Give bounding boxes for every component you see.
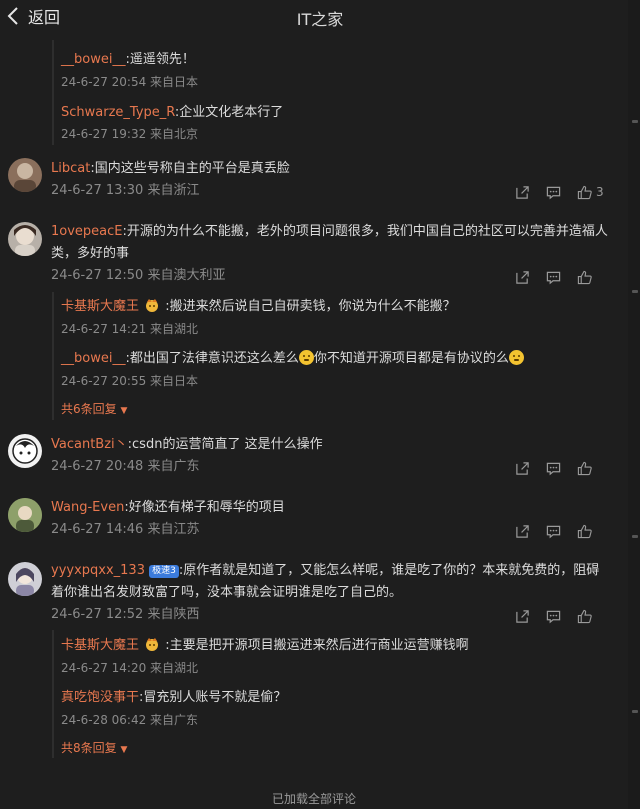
reply-meta: 24-6-28 06:42 来自广东 xyxy=(61,713,199,727)
like-button[interactable]: 3 xyxy=(577,183,604,201)
comment-item: Wang-Even:好像还有梯子和辱华的项目 xyxy=(51,497,611,519)
comment-text: :原作者就是知道了，又能怎么样呢，谁是吃了你的？本来就免费的，阻碍 xyxy=(178,563,600,578)
reply-button[interactable] xyxy=(546,459,577,477)
comment-text: :国内这些号称自主的平台是真丢脸 xyxy=(90,161,290,176)
reply-text: :都出国了法律意识还这么差么 xyxy=(125,351,299,366)
reply-text-continued: 你不知道开源项目都是有协议的么 xyxy=(313,351,509,366)
reply-text: :企业文化老本行了 xyxy=(174,105,284,120)
reply-meta: 24-6-27 20:55 来自日本 xyxy=(61,374,199,388)
load-status: 已加载全部评论 xyxy=(271,792,356,806)
reply-item: __bowei__:都出国了法律意识还这么差么 你不知道开源项目都是有协议的么 xyxy=(61,347,524,366)
share-icon xyxy=(516,461,529,475)
more-replies-label: 共8条回复 xyxy=(61,741,117,755)
comment-text: :好像还有梯子和辱华的项目 xyxy=(124,500,285,515)
like-button[interactable] xyxy=(577,268,608,286)
comment-icon xyxy=(546,186,561,199)
reply-username[interactable]: 真吃饱没事干 xyxy=(61,690,139,705)
comment-text-continued: 类，多好的事 xyxy=(51,246,130,261)
comment-actions: 3 xyxy=(515,183,604,201)
comment-text: :csdn的运营简直了 这是什么操作 xyxy=(127,437,323,452)
reply-button[interactable] xyxy=(546,522,577,540)
comment-icon xyxy=(546,271,561,284)
comment-actions xyxy=(515,268,608,286)
more-replies-link[interactable]: 共6条回复 ▼ xyxy=(61,400,127,417)
comment-actions xyxy=(515,607,608,625)
share-icon xyxy=(516,185,529,199)
reply-text: :遥遥领先！ xyxy=(125,52,195,67)
reply-button[interactable] xyxy=(546,183,577,201)
reply-text: :搬进来然后说自己自研卖钱，你说为什么不能搬？ xyxy=(165,299,456,314)
thumbs-up-icon xyxy=(577,524,592,538)
avatar[interactable] xyxy=(8,562,42,596)
share-button[interactable] xyxy=(515,183,546,201)
thumbs-up-icon xyxy=(577,609,592,623)
share-icon xyxy=(516,270,529,284)
top-bar: 返回 IT之家 xyxy=(0,0,640,32)
reply-username[interactable]: __bowei__ xyxy=(61,351,125,366)
comment-username[interactable]: VacantBzi丶 xyxy=(51,437,128,452)
comment-item: 1ovepeacE:开源的为什么不能搬，老外的项目问题很多，我们中国自己的社区可… xyxy=(51,221,611,243)
comment-icon xyxy=(546,462,561,475)
like-button[interactable] xyxy=(577,607,608,625)
level-crown-icon xyxy=(146,638,159,651)
reply-username[interactable]: Schwarze_Type_R xyxy=(61,105,175,120)
reply-meta: 24-6-27 19:32 来自北京 xyxy=(61,127,199,141)
reply-item: 卡基斯大魔王 :搬进来然后说自己自研卖钱，你说为什么不能搬？ xyxy=(61,295,456,314)
like-count: 3 xyxy=(596,185,604,199)
comment-actions xyxy=(515,522,608,540)
caret-down-icon: ▼ xyxy=(120,406,128,416)
more-replies-label: 共6条回复 xyxy=(61,402,117,416)
avatar[interactable] xyxy=(8,434,42,468)
share-button[interactable] xyxy=(515,459,546,477)
more-replies-link[interactable]: 共8条回复 ▼ xyxy=(61,739,127,756)
vip-badge: 极速3 xyxy=(149,565,179,578)
thumbs-up-icon xyxy=(577,461,592,475)
reply-username[interactable]: 卡基斯大魔王 xyxy=(61,638,139,653)
level-crown-icon xyxy=(146,299,159,312)
reply-item: 真吃饱没事干:冒充别人账号不就是偷？ xyxy=(61,686,286,705)
comment-icon xyxy=(546,610,561,623)
comment-username[interactable]: Libcat xyxy=(51,161,90,176)
reply-button[interactable] xyxy=(546,268,577,286)
share-icon xyxy=(516,524,529,538)
comment-item: yyyxpqxx_133 极速3:原作者就是知道了，又能怎么样呢，谁是吃了你的？… xyxy=(51,560,611,582)
reply-text: :冒充别人账号不就是偷？ xyxy=(139,690,287,705)
thinking-emoji-icon xyxy=(298,350,314,365)
reply-item: __bowei__:遥遥领先！ xyxy=(61,48,195,67)
page-title: IT之家 xyxy=(296,10,344,29)
comment-item: Libcat:国内这些号称自主的平台是真丢脸 xyxy=(51,158,611,180)
comment-actions xyxy=(515,459,608,477)
caret-down-icon: ▼ xyxy=(120,745,128,755)
comment-icon xyxy=(546,525,561,538)
reply-meta: 24-6-27 14:21 来自湖北 xyxy=(61,322,199,336)
like-button[interactable] xyxy=(577,459,608,477)
comment-username[interactable]: Wang-Even xyxy=(51,500,124,515)
reply-button[interactable] xyxy=(546,607,577,625)
thinking-emoji-icon xyxy=(508,350,524,365)
comment-username[interactable]: 1ovepeacE xyxy=(51,224,123,239)
share-button[interactable] xyxy=(515,268,546,286)
comment-username[interactable]: yyyxpqxx_133 xyxy=(51,563,145,578)
scrollbar[interactable] xyxy=(628,0,640,809)
reply-meta: 24-6-27 20:54 来自日本 xyxy=(61,75,199,89)
avatar[interactable] xyxy=(8,222,42,256)
reply-meta: 24-6-27 14:20 来自湖北 xyxy=(61,661,199,675)
share-icon xyxy=(516,609,529,623)
reply-item: Schwarze_Type_R:企业文化老本行了 xyxy=(61,101,283,120)
like-button[interactable] xyxy=(577,522,608,540)
reply-item: 卡基斯大魔王 :主要是把开源项目搬运进来然后进行商业运营赚钱啊 xyxy=(61,634,469,653)
avatar[interactable] xyxy=(8,158,42,192)
comment-item: VacantBzi丶:csdn的运营简直了 这是什么操作 xyxy=(51,434,611,456)
comment-text-continued: 着你谁出名发财致富了吗，没本事就会证明谁是吃了自己的。 xyxy=(51,585,403,600)
reply-username[interactable]: 卡基斯大魔王 xyxy=(61,299,139,314)
share-button[interactable] xyxy=(515,607,546,625)
reply-username[interactable]: __bowei__ xyxy=(61,52,125,67)
share-button[interactable] xyxy=(515,522,546,540)
avatar[interactable] xyxy=(8,498,42,532)
comment-text: :开源的为什么不能搬，老外的项目问题很多，我们中国自己的社区可以完善并造福人 xyxy=(122,224,608,239)
reply-text: :主要是把开源项目搬运进来然后进行商业运营赚钱啊 xyxy=(165,638,469,653)
thumbs-up-icon xyxy=(577,270,592,284)
thumbs-up-icon xyxy=(577,185,592,199)
